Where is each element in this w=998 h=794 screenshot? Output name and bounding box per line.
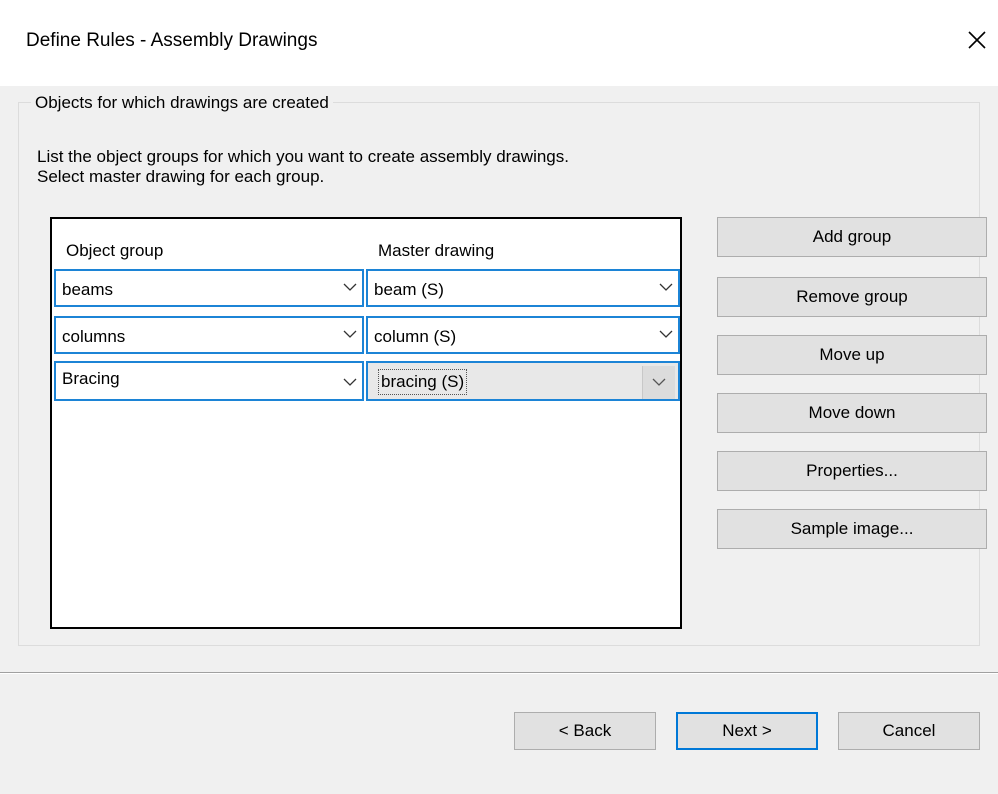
- properties-button[interactable]: Properties...: [717, 451, 987, 491]
- cancel-button[interactable]: Cancel: [838, 712, 980, 750]
- chevron-down-icon: [659, 283, 673, 291]
- object-group-list: Object group Master drawing beams beam (…: [50, 217, 682, 629]
- instructions-line-1: List the object groups for which you wan…: [37, 147, 569, 166]
- add-group-button[interactable]: Add group: [717, 217, 987, 257]
- object-group-value: Bracing: [62, 369, 120, 388]
- remove-group-button[interactable]: Remove group: [717, 277, 987, 317]
- master-drawing-select-row-3[interactable]: bracing (S): [366, 361, 680, 401]
- dropdown-button[interactable]: [642, 366, 675, 399]
- move-up-button[interactable]: Move up: [717, 335, 987, 375]
- chevron-down-icon: [652, 378, 666, 386]
- object-group-select-row-1[interactable]: beams: [54, 269, 364, 307]
- next-button[interactable]: Next >: [676, 712, 818, 750]
- column-header-master-drawing: Master drawing: [378, 241, 495, 260]
- groupbox-legend: Objects for which drawings are created: [31, 93, 333, 113]
- column-header-object-group: Object group: [66, 241, 164, 260]
- master-drawing-value: bracing (S): [378, 369, 468, 395]
- object-group-select-row-3[interactable]: Bracing: [54, 361, 364, 401]
- object-group-select-row-2[interactable]: columns: [54, 316, 364, 354]
- footer-separator: [0, 672, 998, 674]
- master-drawing-select-row-2[interactable]: column (S): [366, 316, 680, 354]
- object-group-value: beams: [62, 280, 114, 299]
- object-group-value: columns: [62, 327, 126, 346]
- back-button[interactable]: < Back: [514, 712, 656, 750]
- dialog-body: Objects for which drawings are created L…: [0, 86, 998, 794]
- define-rules-dialog: Define Rules - Assembly Drawings Objects…: [0, 0, 998, 794]
- chevron-down-icon: [343, 283, 357, 291]
- instructions-line-2: Select master drawing for each group.: [37, 167, 325, 186]
- close-icon: [968, 31, 986, 49]
- chevron-down-icon: [343, 330, 357, 338]
- close-button[interactable]: [960, 20, 994, 60]
- chevron-down-icon: [659, 330, 673, 338]
- master-drawing-select-row-1[interactable]: beam (S): [366, 269, 680, 307]
- sample-image-button[interactable]: Sample image...: [717, 509, 987, 549]
- title-bar: Define Rules - Assembly Drawings: [0, 0, 998, 86]
- window-title: Define Rules - Assembly Drawings: [26, 30, 318, 51]
- master-drawing-value: column (S): [374, 327, 457, 346]
- objects-groupbox: Objects for which drawings are created L…: [18, 93, 987, 646]
- master-drawing-value: beam (S): [374, 280, 444, 299]
- move-down-button[interactable]: Move down: [717, 393, 987, 433]
- chevron-down-icon: [343, 378, 357, 386]
